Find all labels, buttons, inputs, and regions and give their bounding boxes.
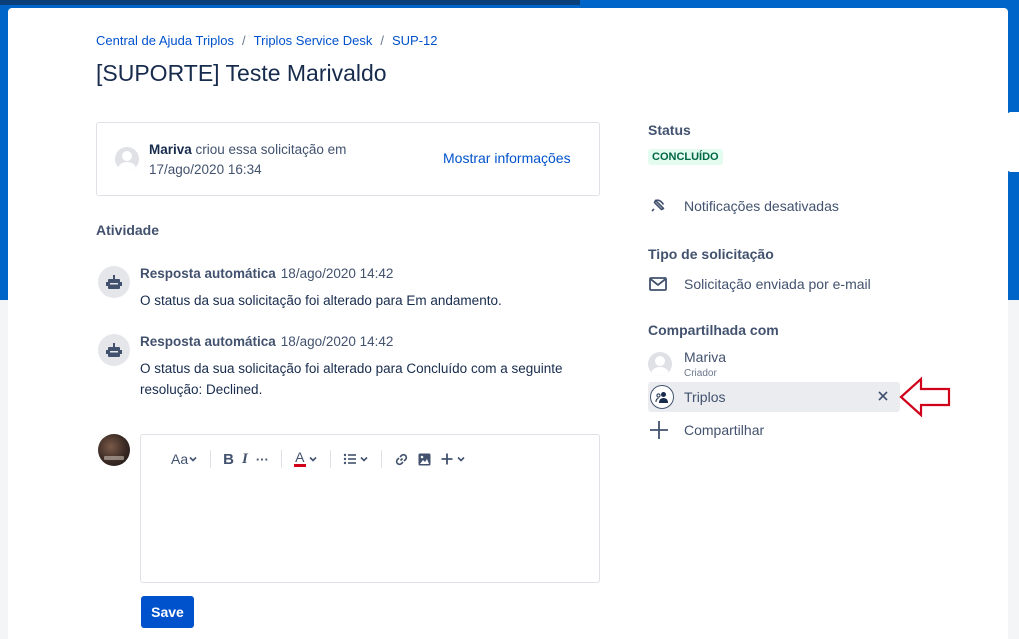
activity-author: Resposta automática	[140, 266, 276, 281]
bell-off-icon	[648, 196, 676, 216]
avatar	[115, 147, 139, 171]
activity-heading: Atividade	[96, 222, 160, 238]
plus-icon	[648, 419, 676, 441]
annotation-arrow-icon	[899, 376, 951, 418]
more-formatting-button[interactable]: ···	[252, 447, 273, 471]
breadcrumb-separator: /	[380, 33, 384, 48]
bold-button[interactable]: B	[219, 447, 238, 471]
plus-icon	[441, 453, 453, 465]
shared-org-triplos: Triplos	[648, 382, 900, 412]
text-color-icon: A	[293, 449, 306, 467]
save-button[interactable]: Save	[141, 596, 194, 628]
status-badge: CONCLUÍDO	[648, 149, 723, 165]
chevron-down-icon	[457, 456, 465, 462]
close-icon	[878, 391, 888, 401]
toolbar-divider	[380, 450, 382, 468]
notifications-label: Notificações desativadas	[684, 198, 839, 214]
request-type-row: Solicitação enviada por e-mail	[648, 274, 871, 294]
breadcrumb-service-desk-link[interactable]: Triplos Service Desk	[254, 33, 373, 48]
bullet-list-icon	[343, 453, 356, 465]
link-button[interactable]	[390, 447, 413, 471]
italic-icon: I	[241, 450, 248, 467]
breadcrumb: Central de Ajuda Triplos / Triplos Servi…	[96, 33, 438, 48]
text-color-dropdown[interactable]: A	[290, 447, 322, 471]
chevron-down-icon	[189, 456, 197, 462]
shared-person-role: Criador	[684, 368, 717, 379]
toolbar-divider	[329, 450, 331, 468]
show-info-link[interactable]: Mostrar informações	[443, 150, 571, 166]
request-author: Mariva	[149, 142, 192, 157]
bot-avatar-icon	[98, 266, 130, 298]
remove-share-button[interactable]	[876, 389, 890, 408]
chevron-down-icon	[309, 456, 317, 462]
background-right-tab	[1007, 112, 1019, 172]
breadcrumb-issue-key-link[interactable]: SUP-12	[392, 33, 438, 48]
chevron-down-icon	[360, 456, 368, 462]
banner-top-strip	[0, 0, 580, 5]
insert-dropdown[interactable]	[436, 447, 470, 471]
toolbar-divider	[280, 450, 282, 468]
request-summary-box: Mariva criou essa solicitação em 17/ago/…	[96, 122, 600, 196]
email-icon	[648, 276, 676, 292]
list-dropdown[interactable]	[339, 447, 373, 471]
breadcrumb-separator: /	[242, 33, 246, 48]
shared-person-name: Mariva	[684, 349, 727, 365]
status-label: Status	[648, 122, 691, 138]
activity-author: Resposta automática	[140, 334, 276, 349]
bold-icon: B	[223, 450, 234, 468]
request-created-text: Mariva criou essa solicitação em 17/ago/…	[149, 140, 379, 180]
image-button[interactable]	[413, 447, 436, 471]
more-icon: ···	[255, 451, 269, 467]
breadcrumb-help-center-link[interactable]: Central de Ajuda Triplos	[96, 33, 234, 48]
link-icon	[395, 453, 407, 465]
page-title: [SUPORTE] Teste Marivaldo	[96, 60, 387, 86]
shared-with-label: Compartilhada com	[648, 322, 779, 338]
activity-timestamp: 18/ago/2020 14:42	[280, 266, 394, 281]
text-style-dropdown[interactable]: Aa	[167, 447, 202, 471]
text-color-bar	[293, 464, 306, 467]
avatar	[648, 352, 672, 376]
organization-icon	[650, 385, 674, 409]
request-type-label: Tipo de solicitação	[648, 246, 774, 262]
shared-person-mariva: Mariva Criador	[648, 349, 726, 379]
notifications-toggle[interactable]: Notificações desativadas	[648, 196, 839, 216]
share-button[interactable]: Compartilhar	[648, 419, 764, 441]
current-user-avatar	[98, 434, 130, 466]
activity-text: O status da sua solicitação foi alterado…	[140, 293, 502, 308]
comment-editor[interactable]: Aa B I ··· A	[140, 434, 600, 583]
activity-text: O status da sua solicitação foi alterado…	[140, 361, 563, 397]
activity-timestamp: 18/ago/2020 14:42	[280, 334, 394, 349]
italic-button[interactable]: I	[238, 447, 252, 471]
request-type-value: Solicitação enviada por e-mail	[684, 276, 871, 292]
shared-org-name: Triplos	[684, 389, 726, 405]
share-label: Compartilhar	[684, 422, 765, 438]
text-color-letter: A	[295, 449, 305, 465]
text-style-label: Aa	[171, 451, 189, 467]
bot-avatar-icon	[98, 334, 130, 366]
image-icon	[418, 453, 431, 465]
toolbar-divider	[210, 450, 212, 468]
editor-toolbar: Aa B I ··· A	[167, 447, 470, 471]
